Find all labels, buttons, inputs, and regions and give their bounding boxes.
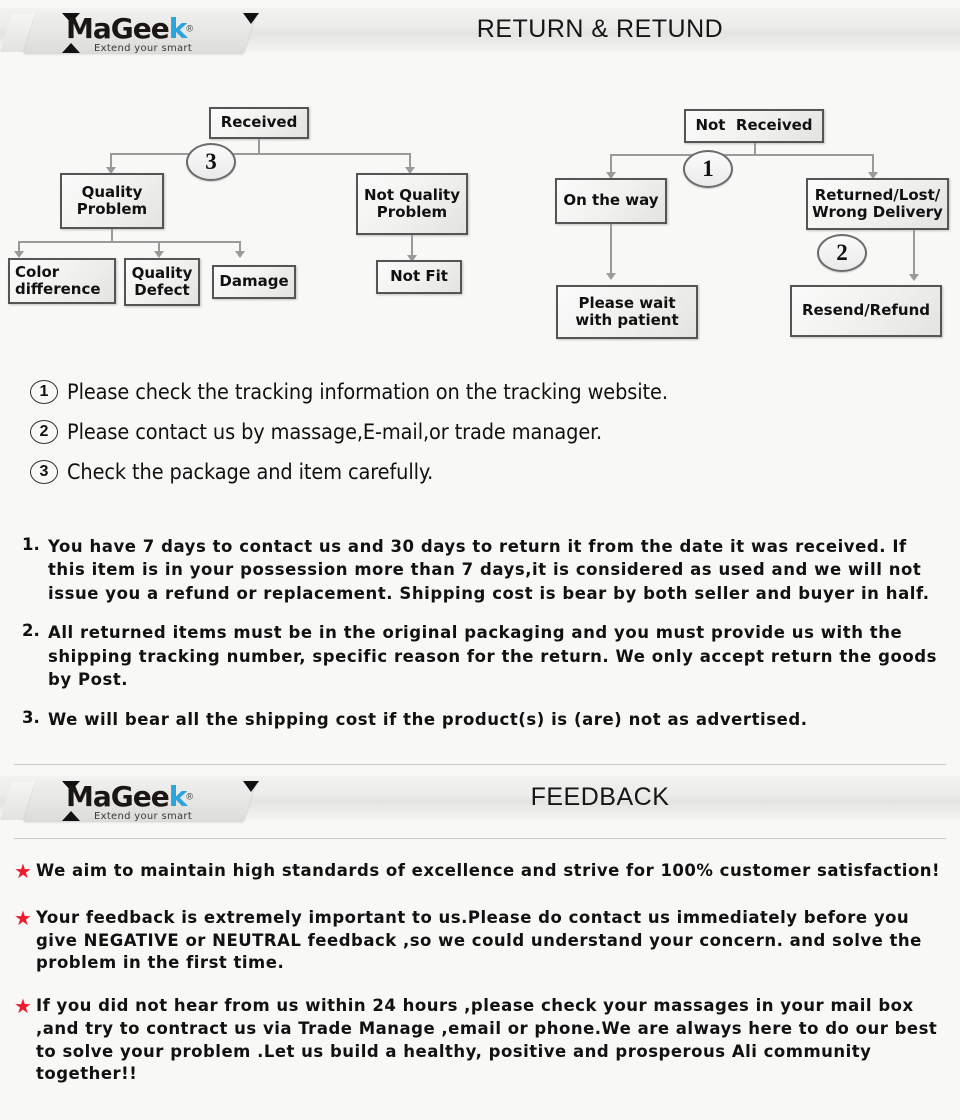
connector (610, 154, 612, 174)
flow-node-color-difference: Color difference (8, 258, 116, 304)
flow-marker-1: 1 (683, 150, 733, 188)
return-policy-page: MaGeek® Extend your smart RETURN & RETUN… (0, 0, 960, 1120)
instruction-number-badge: 3 (30, 460, 58, 484)
instruction-item: 2 Please contact us by massage,E-mail,or… (30, 412, 930, 452)
connector (110, 153, 410, 155)
flow-node-on-the-way: On the way (555, 178, 667, 224)
banner-logo-panel (23, 13, 257, 53)
flow-node-damage: Damage (212, 265, 296, 299)
feedback-text: We aim to maintain high standards of exc… (36, 861, 941, 880)
star-icon: ★ (14, 994, 32, 1019)
arrow-icon (14, 251, 24, 258)
return-flowchart: Received 3 Quality Problem Not Quality P… (0, 95, 960, 345)
banner-logo-panel (23, 781, 257, 821)
arrow-icon (909, 274, 919, 281)
triangle-notch-top-left-icon (62, 781, 80, 791)
connector (610, 154, 874, 156)
policy-number: 3. (22, 707, 40, 727)
policy-list: 1. You have 7 days to contact us and 30 … (22, 535, 942, 747)
triangle-notch-top-right-icon (243, 781, 259, 792)
header-banner-return: MaGeek® Extend your smart RETURN & RETUN… (0, 8, 960, 56)
feedback-item: ★ Your feedback is extremely important t… (14, 907, 954, 975)
policy-text: You have 7 days to contact us and 30 day… (48, 537, 930, 603)
flow-node-not-quality-problem: Not Quality Problem (356, 173, 468, 235)
triangle-notch-top-right-icon (243, 13, 259, 24)
feedback-list: ★ We aim to maintain high standards of e… (14, 860, 954, 1103)
feedback-item: ★ We aim to maintain high standards of e… (14, 860, 954, 883)
flow-marker-2: 2 (817, 234, 867, 272)
section-divider (14, 764, 946, 765)
flow-node-please-wait: Please wait with patient (556, 285, 698, 339)
instruction-number-badge: 1 (30, 380, 58, 404)
connector (610, 224, 612, 275)
flow-node-not-fit: Not Fit (376, 260, 462, 294)
feedback-item: ★ If you did not hear from us within 24 … (14, 995, 954, 1086)
connector (913, 230, 915, 276)
connector (411, 235, 413, 257)
instruction-number-badge: 2 (30, 420, 58, 444)
arrow-icon (154, 251, 164, 258)
flow-node-received: Received (209, 107, 309, 139)
triangle-notch-top-left-icon (62, 13, 80, 23)
policy-text: All returned items must be in the origin… (48, 623, 937, 690)
star-icon: ★ (14, 905, 32, 930)
policy-text: We will bear all the shipping cost if th… (48, 709, 808, 729)
instruction-list: 1 Please check the tracking information … (30, 372, 930, 492)
arrow-icon (235, 251, 245, 258)
instruction-text: Please check the tracking information on… (67, 379, 668, 405)
flow-node-returned-lost: Returned/Lost/ Wrong Delivery (806, 178, 949, 230)
connector (872, 154, 874, 174)
flow-node-quality-problem: Quality Problem (60, 173, 164, 229)
triangle-notch-bottom-left-icon (62, 811, 80, 821)
header-banner-feedback: MaGeek® Extend your smart FEEDBACK (0, 776, 960, 824)
policy-item: 3. We will bear all the shipping cost if… (22, 708, 942, 731)
triangle-notch-bottom-left-icon (62, 43, 80, 53)
feedback-text: If you did not hear from us within 24 ho… (36, 996, 938, 1084)
feedback-text: Your feedback is extremely important to … (36, 907, 922, 973)
star-icon: ★ (14, 859, 32, 883)
connector (18, 241, 240, 243)
policy-number: 1. (22, 535, 40, 554)
flow-node-resend-refund: Resend/Refund (790, 285, 942, 337)
section-divider (14, 838, 946, 839)
instruction-text: Please contact us by massage,E-mail,or t… (67, 419, 603, 445)
instruction-text: Check the package and item carefully. (67, 459, 434, 485)
instruction-item: 1 Please check the tracking information … (30, 372, 930, 412)
flow-node-quality-defect: Quality Defect (124, 258, 200, 306)
page-title-feedback: FEEDBACK (530, 783, 670, 811)
flow-marker-3: 3 (186, 143, 236, 181)
policy-item: 1. You have 7 days to contact us and 30 … (22, 535, 942, 605)
page-title-return: RETURN & RETUND (476, 15, 724, 43)
instruction-item: 3 Check the package and item carefully. (30, 452, 930, 492)
policy-item: 2. All returned items must be in the ori… (22, 621, 942, 691)
arrow-icon (606, 273, 616, 280)
policy-number: 2. (22, 621, 40, 641)
flow-node-not-received: Not Received (684, 109, 824, 143)
